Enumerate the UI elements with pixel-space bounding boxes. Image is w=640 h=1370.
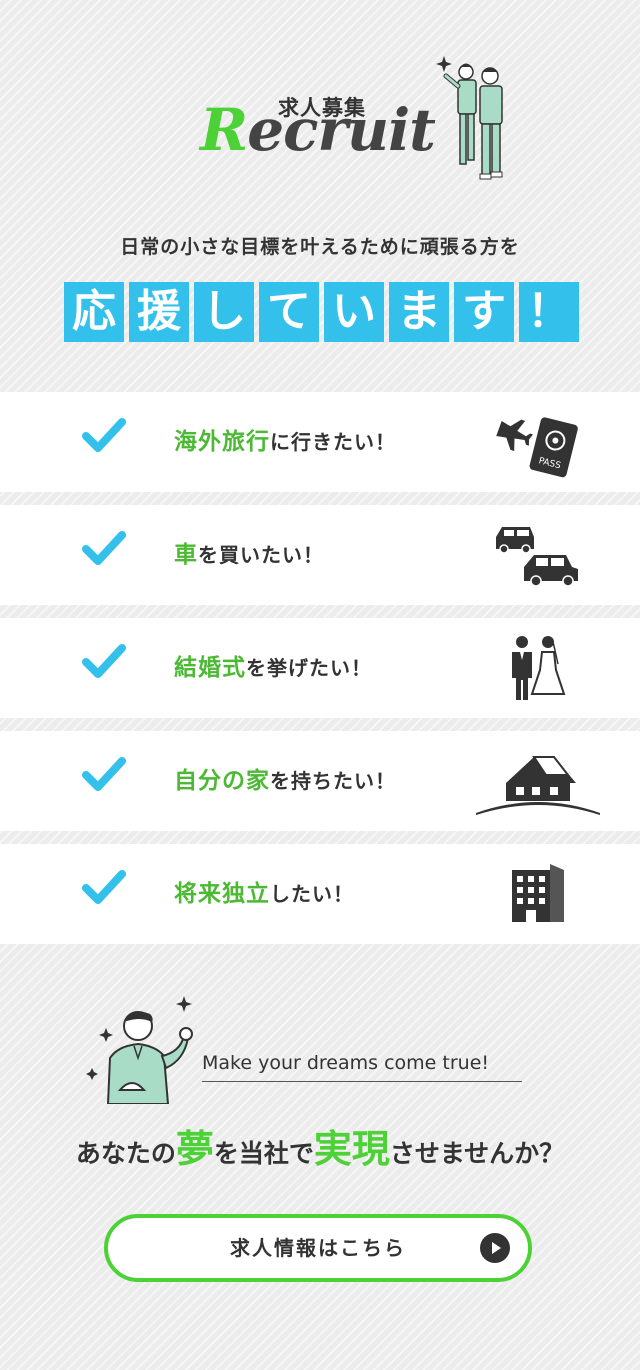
wish-text: 結婚式を挙げたい！ <box>174 618 372 718</box>
check-icon <box>82 644 126 678</box>
wish-item-car: 車を買いたい！ <box>0 505 640 605</box>
wish-text: 自分の家を持ちたい！ <box>174 731 396 831</box>
recruit-header: 求人募集 Recruit <box>0 0 640 200</box>
support-char: 応 <box>64 282 124 342</box>
wish-highlight: 海外旅行 <box>174 429 270 455</box>
check-icon <box>82 757 126 791</box>
wish-text: 車を買いたい！ <box>174 505 324 605</box>
check-icon <box>82 418 126 452</box>
closing-part: させませんか？ <box>389 1139 565 1168</box>
wish-highlight: 自分の家 <box>174 768 270 794</box>
recruit-title-rest: ecruit <box>247 96 436 164</box>
support-char: ま <box>389 282 449 342</box>
wish-text: 海外旅行に行きたい！ <box>174 392 396 492</box>
plane-passport-icon: PASS <box>496 417 578 478</box>
house-icon <box>476 756 600 815</box>
closing-part: あなたの <box>75 1139 176 1168</box>
closing-highlight-realize: 実現 <box>313 1127 390 1171</box>
dream-caption: Make your dreams come true! <box>202 1046 522 1082</box>
support-char: す <box>454 282 514 342</box>
wedding-couple-icon <box>512 636 566 700</box>
wish-item-wedding: 結婚式を挙げたい！ <box>0 618 640 718</box>
support-banner: 応 援 し て い ま す ！ <box>64 282 579 342</box>
wish-item-travel: 海外旅行に行きたい！ PASS <box>0 392 640 492</box>
check-icon <box>82 870 126 904</box>
wish-item-house: 自分の家を持ちたい！ <box>0 731 640 831</box>
wish-highlight: 車 <box>174 542 198 568</box>
wish-text: 将来独立したい！ <box>174 844 354 944</box>
closing-message: あなたの夢を当社で実現させませんか？ <box>0 1118 640 1173</box>
cheering-worker-illustration <box>86 996 193 1104</box>
support-char: い <box>324 282 384 342</box>
recruit-title-first-letter: R <box>200 96 248 164</box>
closing-part: を当社で <box>213 1139 314 1168</box>
wish-rest: を持ちたい！ <box>270 769 396 793</box>
cars-icon <box>496 527 578 587</box>
support-char: て <box>259 282 319 342</box>
wish-item-independence: 将来独立したい！ <box>0 844 640 944</box>
wish-rest: したい！ <box>270 882 354 906</box>
office-building-icon <box>512 864 564 922</box>
tagline: 日常の小さな目標を叶えるために頑張る方を <box>120 236 520 258</box>
support-char: ！ <box>519 282 579 342</box>
closing-highlight-dream: 夢 <box>175 1127 214 1171</box>
support-char: 援 <box>129 282 189 342</box>
wish-rest: を挙げたい！ <box>246 656 372 680</box>
wish-rest: を買いたい！ <box>198 543 324 567</box>
support-char: し <box>194 282 254 342</box>
wish-rest: に行きたい！ <box>270 430 396 454</box>
recruit-title-en: Recruit <box>200 100 436 160</box>
workers-pointing-illustration <box>436 56 503 180</box>
check-icon <box>82 531 126 565</box>
job-info-button-label: 求人情報はこちら <box>230 1236 406 1260</box>
play-arrow-icon <box>480 1233 510 1263</box>
job-info-button[interactable]: 求人情報はこちら <box>104 1214 532 1282</box>
wish-highlight: 結婚式 <box>174 655 246 681</box>
wish-highlight: 将来独立 <box>174 881 270 907</box>
